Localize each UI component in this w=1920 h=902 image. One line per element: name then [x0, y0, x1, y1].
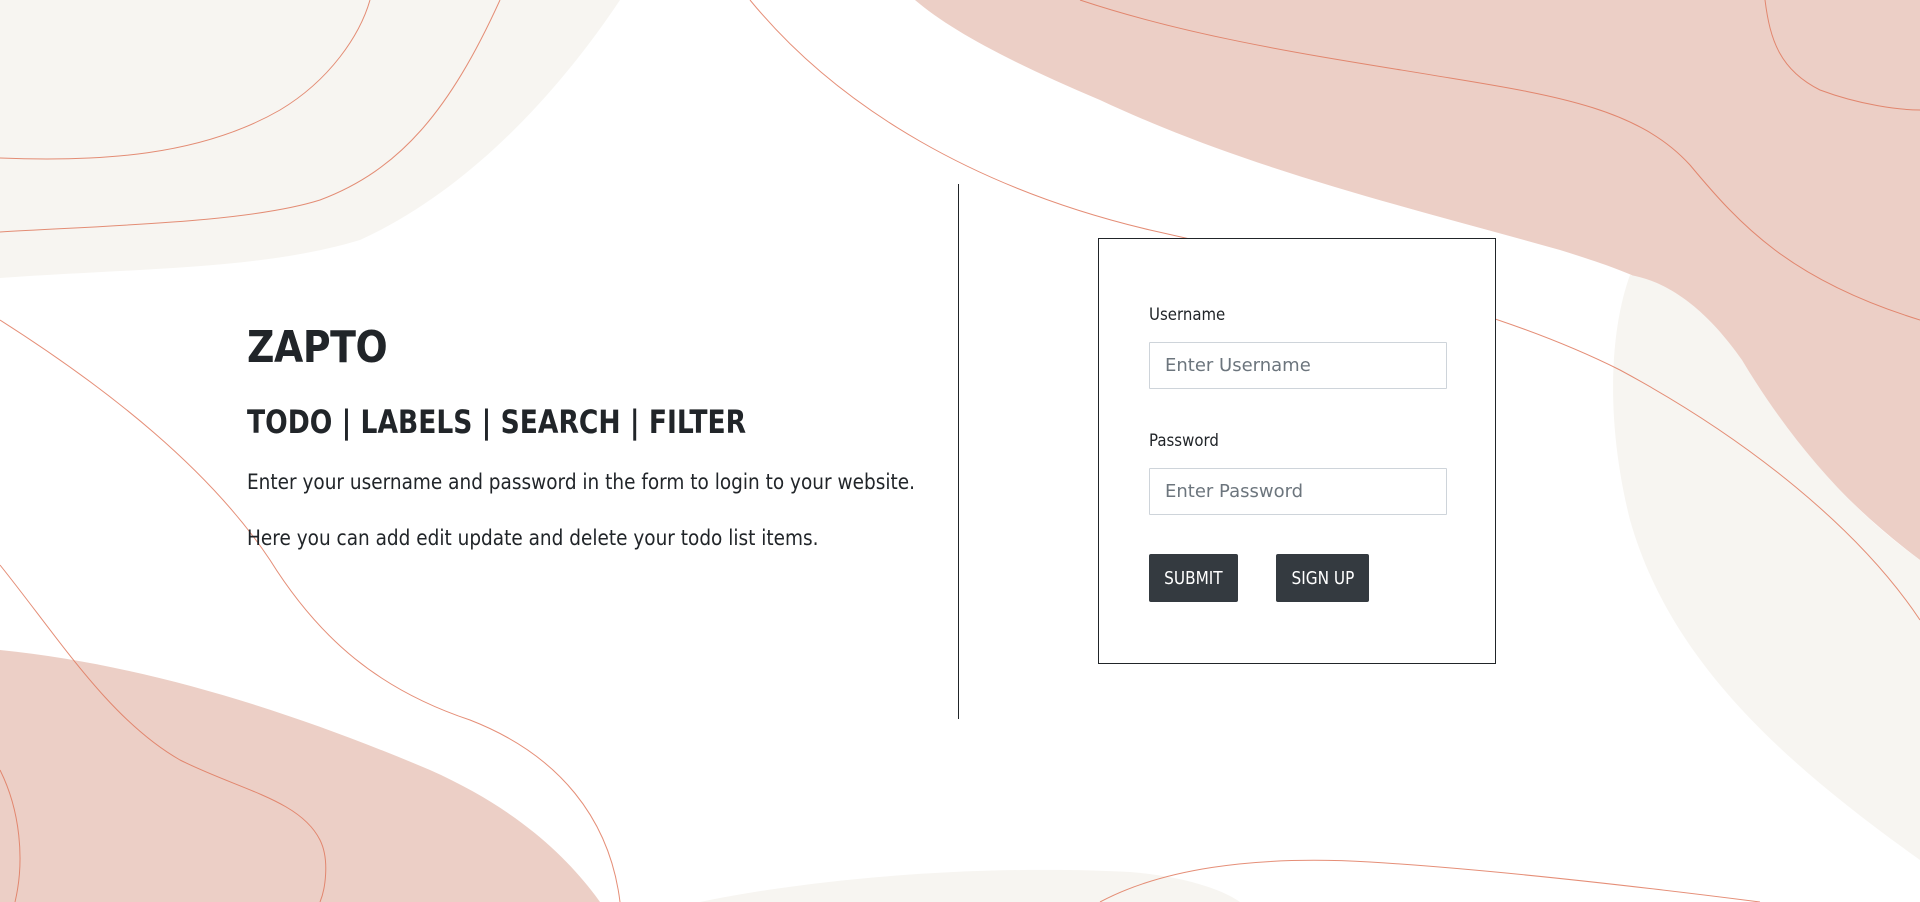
intro-section: ZAPTO TODO | LABELS | SEARCH | FILTER En…	[247, 316, 947, 556]
cream-blob-top-left	[0, 0, 620, 278]
feature-tagline: TODO | LABELS | SEARCH | FILTER	[247, 403, 747, 441]
login-form: Username Password SUBMIT SIGN UP	[1098, 238, 1496, 664]
sign-up-button-label: SIGN UP	[1291, 567, 1354, 589]
brand-title: ZAPTO	[247, 322, 388, 373]
cream-blob-bottom-center	[700, 869, 1240, 902]
username-label: Username	[1149, 305, 1226, 325]
description-text: Here you can add edit update and delete …	[247, 526, 819, 550]
instruction-text: Enter your username and password in the …	[247, 470, 915, 494]
vertical-divider	[958, 184, 959, 719]
submit-button-label: SUBMIT	[1164, 567, 1223, 589]
pink-blob-bottom-left	[0, 650, 600, 902]
password-label: Password	[1149, 431, 1219, 451]
submit-button[interactable]: SUBMIT	[1149, 554, 1238, 602]
username-input[interactable]	[1149, 342, 1447, 389]
sign-up-button[interactable]: SIGN UP	[1276, 554, 1369, 602]
login-page: ZAPTO TODO | LABELS | SEARCH | FILTER En…	[0, 0, 1920, 902]
password-input[interactable]	[1149, 468, 1447, 515]
